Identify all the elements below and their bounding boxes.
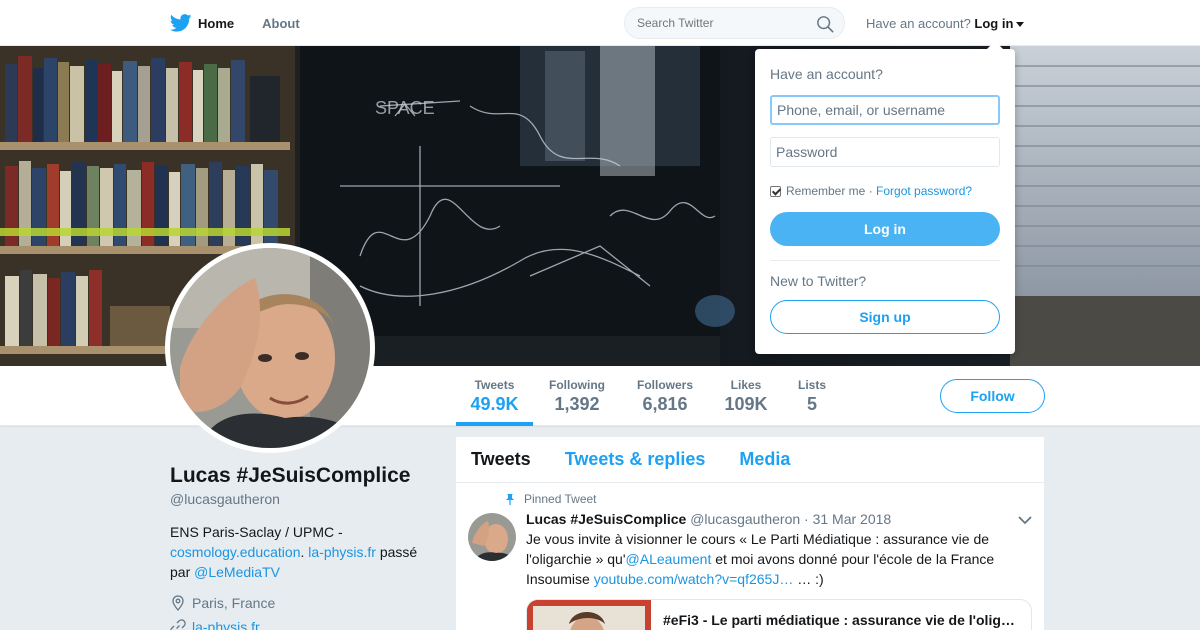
timeline: Tweets Tweets & replies Media Pinned Twe… — [456, 437, 1044, 630]
remember-checkbox[interactable] — [770, 185, 781, 197]
follow-button[interactable]: Follow — [940, 379, 1045, 413]
card-title: #eFi3 - Le parti médiatique : assurance … — [663, 612, 1021, 628]
nav-about[interactable]: About — [262, 16, 300, 31]
profile-location: Paris, France — [170, 595, 275, 611]
profile-handle[interactable]: @lucasgautheron — [170, 491, 280, 507]
tab-tweets-replies[interactable]: Tweets & replies — [565, 449, 706, 470]
dropdown-divider — [770, 260, 1000, 261]
tweet-author-handle[interactable]: @lucasgautheron — [690, 511, 800, 527]
search-box[interactable] — [624, 7, 845, 39]
stat-following[interactable]: Following 1,392 — [542, 378, 612, 415]
stat-label: Followers — [636, 378, 693, 392]
tab-media[interactable]: Media — [739, 449, 790, 470]
tweet-avatar-photo — [468, 513, 516, 561]
card-thumbnail — [527, 600, 651, 630]
tweet-date[interactable]: · 31 Mar 2018 — [804, 511, 891, 527]
location-pin-icon — [172, 595, 184, 611]
card-thumbnail-image — [527, 600, 651, 630]
stat-value: 49.9K — [470, 394, 519, 414]
stat-value: 109K — [724, 394, 768, 414]
caret-down-icon — [1016, 22, 1025, 28]
login-toggle[interactable]: Have an account? Log in — [866, 16, 1025, 31]
have-account-text: Have an account? — [866, 16, 971, 31]
search-icon[interactable] — [816, 15, 834, 33]
profile-avatar-frame — [165, 243, 375, 453]
tweet-url[interactable]: youtube.com/watch?v=qf265J… — [594, 571, 794, 587]
remember-separator: · — [865, 184, 877, 198]
nav-about-label: About — [262, 15, 300, 31]
stat-tweets[interactable]: Tweets 49.9K — [456, 378, 533, 415]
signup-button[interactable]: Sign up — [770, 300, 1000, 334]
bio-mention[interactable]: @LeMediaTV — [194, 564, 280, 580]
website-link[interactable]: la-physis.fr — [192, 619, 260, 630]
top-navigation-bar: Home About Have an account? Log in — [0, 0, 1200, 46]
timeline-tabs: Tweets Tweets & replies Media — [456, 437, 1044, 483]
link-preview-card[interactable]: #eFi3 - Le parti médiatique : assurance … — [526, 599, 1032, 630]
login-dropdown: Have an account? Remember me · Forgot pa… — [755, 41, 1015, 354]
login-link[interactable]: Log in — [974, 16, 1013, 31]
stat-value: 5 — [806, 394, 817, 414]
tweet-avatar[interactable] — [468, 513, 516, 561]
stat-label: Lists — [797, 378, 826, 392]
stat-label: Tweets — [474, 378, 515, 392]
nav-home-label: Home — [198, 15, 235, 31]
tweet-author-name[interactable]: Lucas #JeSuisComplice — [526, 511, 686, 527]
login-button[interactable]: Log in — [770, 212, 1000, 246]
forgot-password-link[interactable]: Forgot password? — [876, 184, 972, 198]
password-field[interactable] — [770, 137, 1000, 167]
location-text: Paris, France — [192, 595, 276, 611]
tweet-header: Lucas #JeSuisComplice @lucasgautheron · … — [526, 511, 891, 527]
link-icon — [170, 619, 186, 630]
avatar-photo — [170, 248, 370, 448]
stat-label: Likes — [730, 378, 762, 392]
nav-home[interactable]: Home — [170, 14, 234, 32]
stat-likes[interactable]: Likes 109K — [718, 378, 774, 415]
bio-link[interactable]: la-physis.fr — [308, 544, 376, 560]
remember-label[interactable]: Remember me — [786, 184, 865, 198]
stat-value: 6,816 — [642, 394, 688, 414]
stat-lists[interactable]: Lists 5 — [792, 378, 832, 415]
tweet-text-segment: … :) — [793, 571, 824, 587]
username-field[interactable] — [770, 95, 1000, 125]
tweet-text: Je vous invite à visionner le cours « Le… — [526, 529, 1026, 589]
stat-value: 1,392 — [554, 394, 600, 414]
pinned-indicator: Pinned Tweet — [504, 492, 597, 506]
dropdown-title: Have an account? — [770, 66, 883, 82]
stat-followers[interactable]: Followers 6,816 — [630, 378, 700, 415]
bio-separator: . — [300, 544, 305, 560]
pin-icon — [506, 494, 514, 505]
svg-text:SPACE: SPACE — [375, 98, 435, 118]
bio-text: ENS Paris-Saclay / UPMC - — [170, 524, 343, 540]
profile-website[interactable]: la-physis.fr — [170, 619, 260, 630]
bio-link[interactable]: cosmology.education — [170, 544, 300, 560]
profile-name[interactable]: Lucas #JeSuisComplice — [170, 464, 410, 488]
tweet-mention[interactable]: @ALeaument — [626, 551, 712, 567]
new-to-twitter-text: New to Twitter? — [770, 273, 867, 289]
profile-bio: ENS Paris-Saclay / UPMC - cosmology.educ… — [170, 522, 430, 582]
stat-label: Following — [549, 378, 605, 392]
chevron-down-icon[interactable] — [1018, 515, 1032, 525]
pinned-label: Pinned Tweet — [524, 492, 597, 506]
tab-tweets[interactable]: Tweets — [471, 449, 531, 470]
twitter-bird-icon — [170, 14, 192, 32]
remember-row: Remember me · Forgot password? — [770, 184, 972, 198]
nav-left: Home About — [170, 0, 328, 46]
dropdown-arrow — [987, 41, 1003, 49]
search-input[interactable] — [637, 16, 807, 30]
active-tab-underline — [456, 422, 533, 426]
avatar[interactable] — [170, 248, 370, 448]
